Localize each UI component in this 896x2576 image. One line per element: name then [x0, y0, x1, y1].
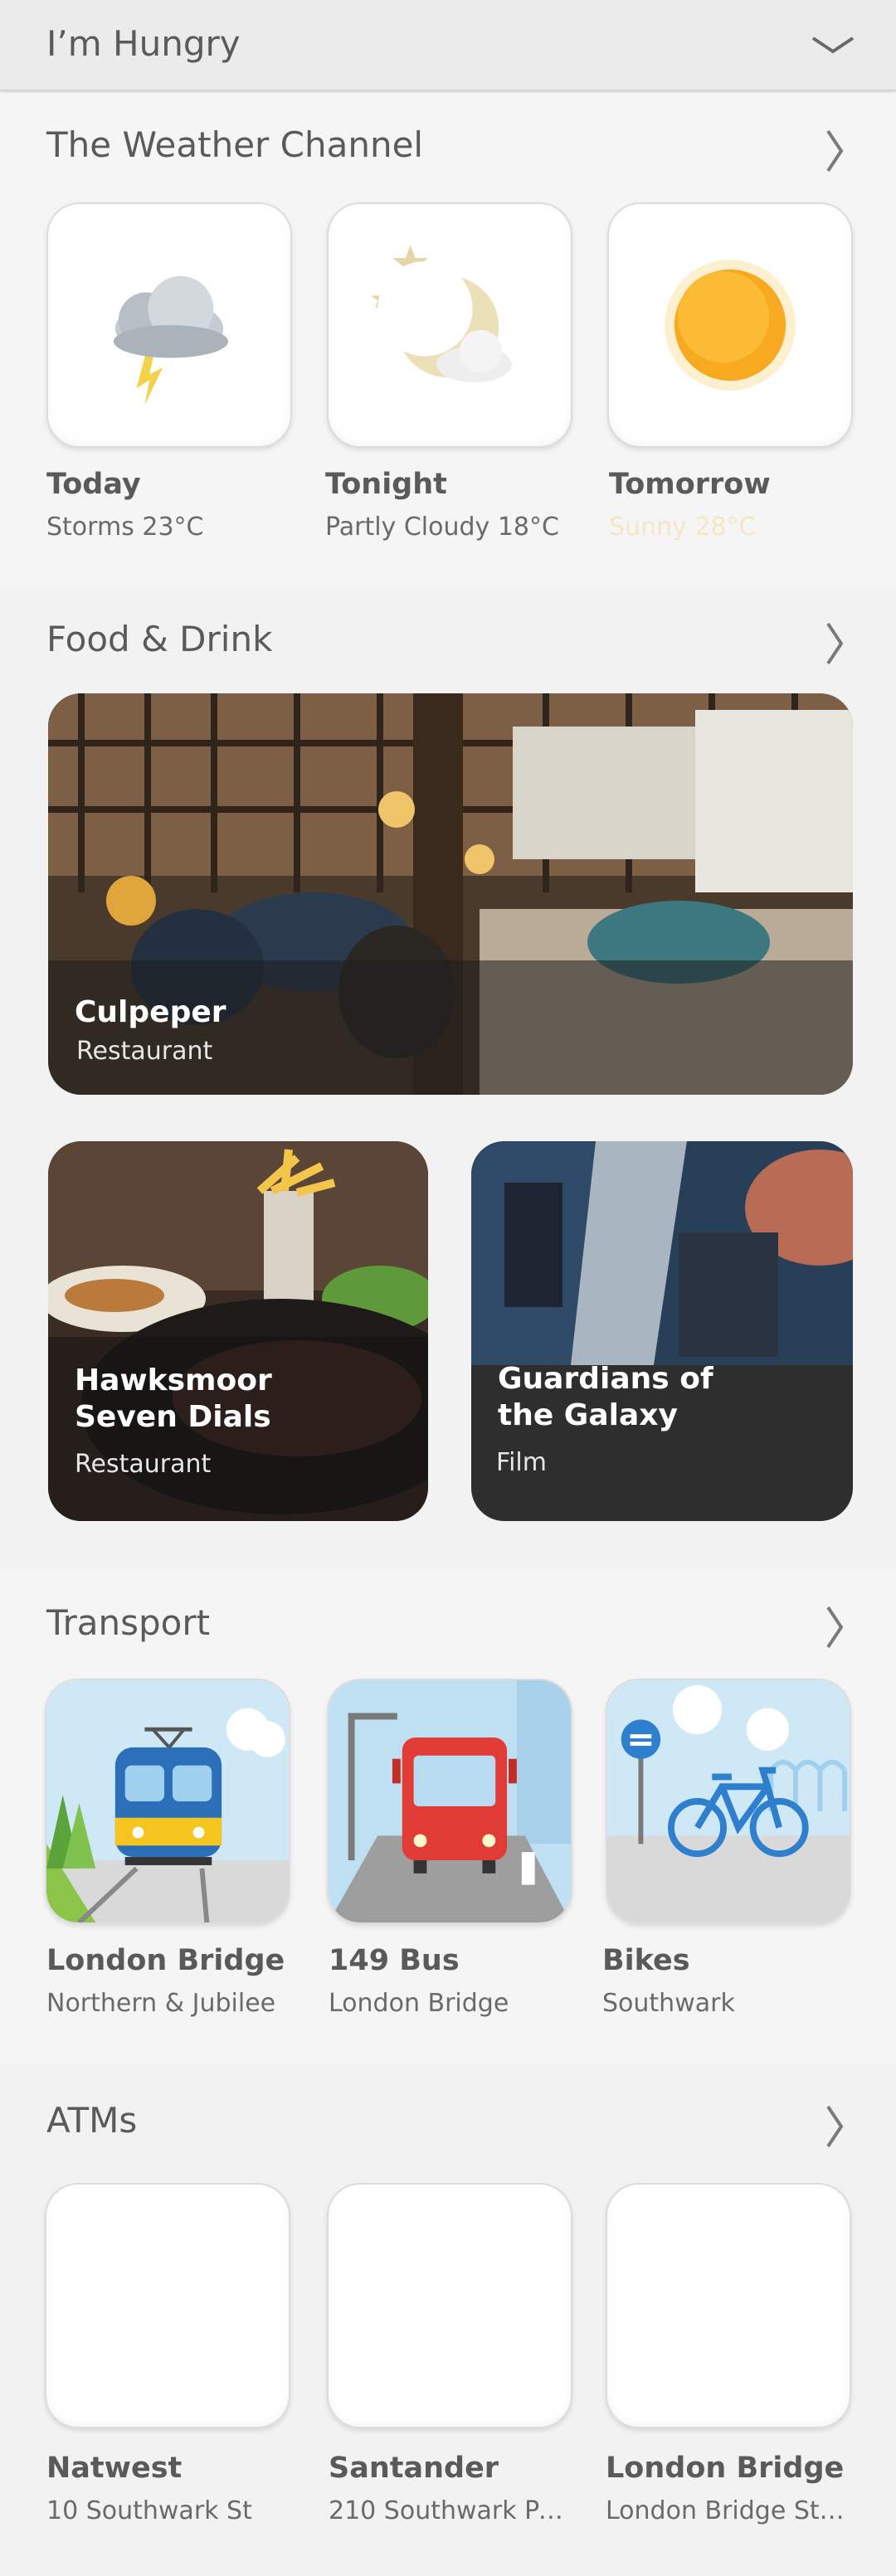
card-title-line2: the Galaxy — [498, 1398, 678, 1432]
transport-title-train: London Bridge — [46, 1944, 285, 1977]
weather-section: The Weather Channel Today Storms 23°C To… — [0, 93, 896, 587]
weather-tile-today[interactable] — [46, 202, 292, 448]
app-header: I’m Hungry — [0, 0, 896, 91]
weather-subtitle-today: Storms 23°C — [46, 513, 204, 542]
atm-title-santander: Santander — [329, 2452, 499, 2485]
transport-subtitle-train: Northern & Jubilee — [46, 1989, 276, 2018]
thunderstorm-icon — [113, 275, 229, 406]
transport-tile-bikes[interactable] — [606, 1679, 851, 1924]
food-card-guardians[interactable]: Guardians of the Galaxy Film — [471, 1141, 853, 1521]
bus-icon — [329, 1680, 571, 1922]
transport-subtitle-bikes: Southwark — [602, 1989, 735, 2018]
section-title[interactable]: The Weather Channel — [46, 124, 423, 165]
card-subtitle: Restaurant — [76, 1037, 213, 1066]
film-poster — [471, 1141, 853, 1365]
transport-title-bikes: Bikes — [602, 1944, 690, 1977]
chevron-right-icon[interactable] — [823, 2103, 846, 2150]
moon-cloud-icon — [371, 245, 512, 383]
weather-tile-tonight[interactable] — [327, 202, 572, 448]
food-card-hawksmoor[interactable]: Hawksmoor Seven Dials Restaurant — [48, 1141, 428, 1521]
chevron-down-icon[interactable] — [810, 30, 856, 60]
transport-title-bus: 149 Bus — [329, 1944, 460, 1977]
weather-title-tomorrow: Tomorrow — [609, 468, 771, 501]
transport-tile-bus[interactable] — [327, 1679, 572, 1924]
weather-subtitle-tonight: Partly Cloudy 18°C — [325, 513, 559, 542]
atm-subtitle-natwest: 10 Southwark St — [46, 2496, 252, 2525]
atm-title-london-bridge: London Bridge — [606, 2452, 845, 2485]
weather-tile-tomorrow[interactable] — [607, 202, 853, 448]
weather-subtitle-tomorrow: Sunny 28°C — [609, 513, 757, 542]
weather-title-tonight: Tonight — [325, 468, 447, 501]
atm-tile-natwest[interactable] — [45, 2183, 290, 2428]
section-title[interactable]: ATMs — [46, 2100, 137, 2141]
card-subtitle: Restaurant — [75, 1450, 212, 1479]
card-title-line2: Seven Dials — [75, 1400, 271, 1434]
chevron-right-icon[interactable] — [823, 128, 846, 174]
transport-subtitle-bus: London Bridge — [329, 1989, 509, 2018]
chevron-right-icon[interactable] — [823, 1604, 846, 1650]
section-title[interactable]: Food & Drink — [46, 619, 272, 659]
train-icon — [46, 1680, 289, 1922]
atm-subtitle-santander: 210 Southwark Par... — [329, 2496, 577, 2525]
atm-subtitle-london-bridge: London Bridge Stat... — [606, 2496, 855, 2525]
atms-section: ATMs Natwest 10 Southwark St Santander 2… — [0, 2065, 896, 2576]
card-title-line1: Guardians of — [498, 1362, 713, 1396]
food-card-culpeper[interactable]: Culpeper Restaurant — [48, 693, 853, 1095]
card-title: Culpeper — [75, 995, 226, 1029]
transport-tile-train[interactable] — [45, 1679, 290, 1924]
card-subtitle: Film — [496, 1448, 547, 1477]
bike-icon — [607, 1680, 850, 1922]
atm-tile-london-bridge[interactable] — [606, 2183, 851, 2428]
atm-title-natwest: Natwest — [46, 2452, 183, 2485]
transport-section: Transport London Bridge Northern & Jubil… — [0, 1569, 896, 2063]
chevron-right-icon[interactable] — [823, 620, 846, 667]
section-title[interactable]: Transport — [46, 1602, 210, 1643]
sun-icon — [665, 260, 796, 391]
weather-title-today: Today — [46, 468, 141, 501]
food-section: Food & Drink Culpeper Restaurant Hawksmo… — [0, 589, 896, 1567]
page-title: I’m Hungry — [46, 23, 241, 64]
card-title-line1: Hawksmoor — [75, 1363, 272, 1397]
atm-tile-santander[interactable] — [327, 2183, 572, 2428]
